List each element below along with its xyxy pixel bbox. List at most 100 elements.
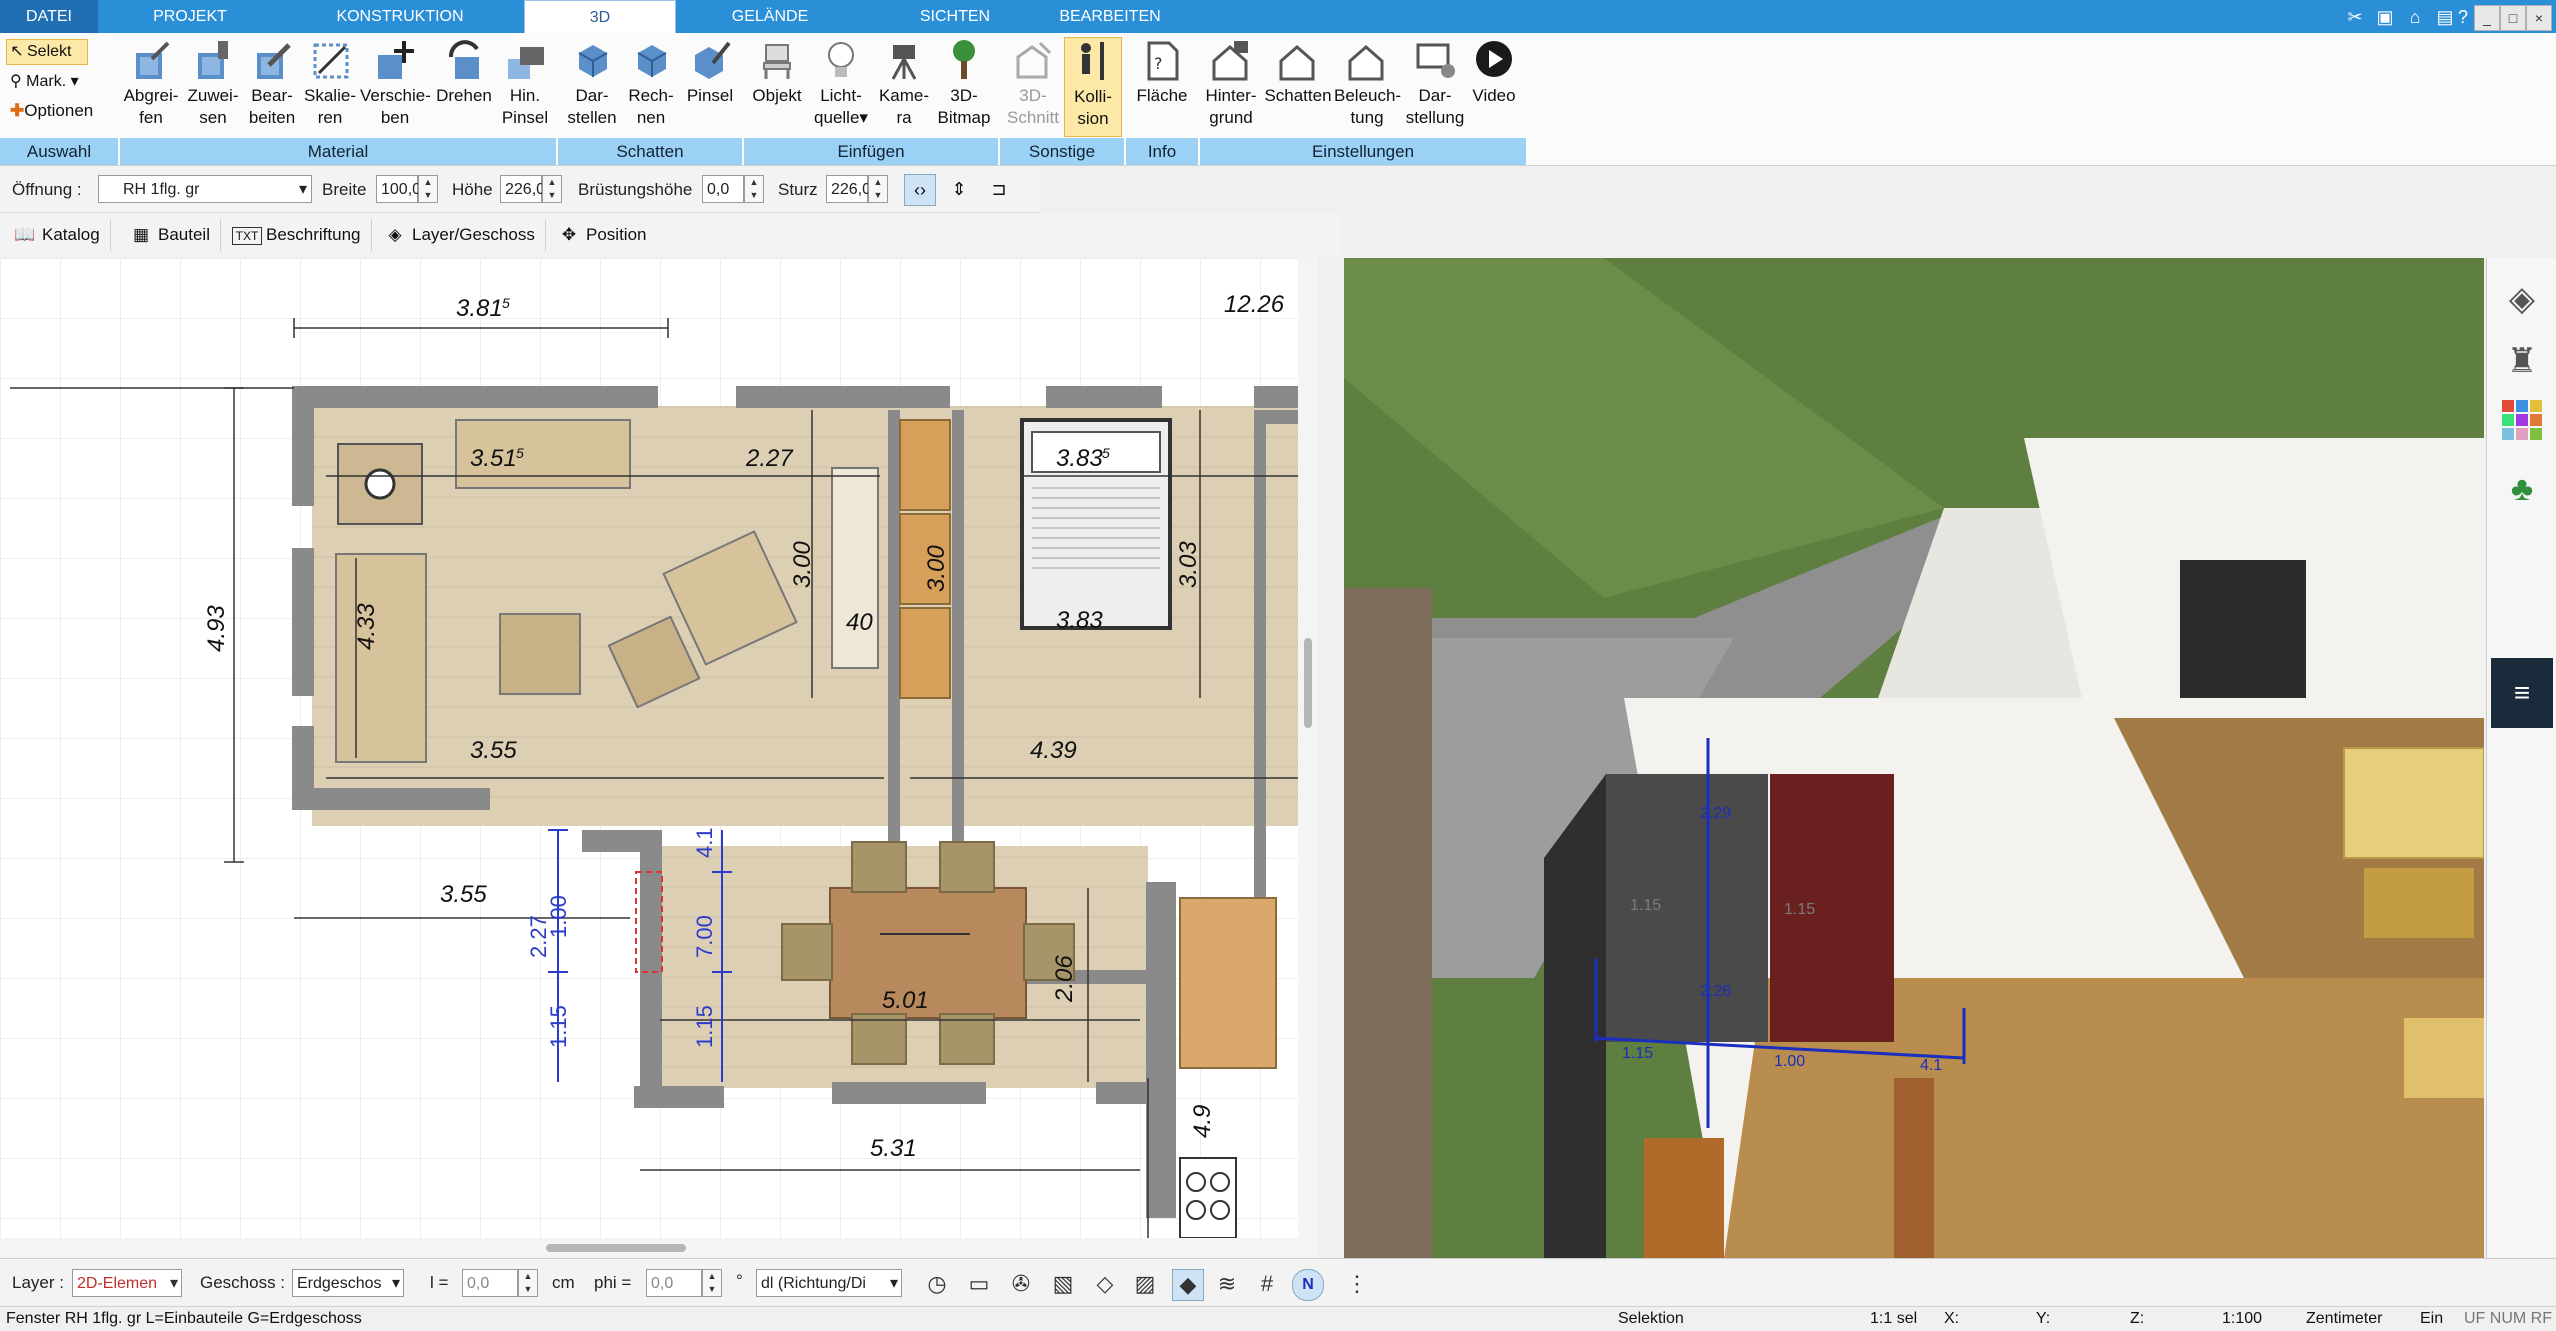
select-tool-button[interactable]: ↖ Selekt — [6, 39, 88, 65]
paint-icon[interactable]: ◇ — [1090, 1269, 1120, 1299]
floor-select[interactable]: Erdgeschos ▾ — [292, 1269, 404, 1297]
tab-position[interactable]: ✥ Position — [556, 219, 656, 251]
lighting-setting-button[interactable]: Beleuch-tung — [1334, 37, 1401, 129]
kitchen-counter[interactable] — [1179, 897, 1277, 1069]
pick-material-button[interactable]: Abgrei-fen — [120, 37, 182, 129]
shadow-calc-button[interactable]: Rech-nen — [622, 37, 680, 129]
tab-layer-geschoss[interactable]: ◈ Layer/Geschoss — [382, 219, 546, 251]
stove[interactable] — [1179, 1157, 1237, 1239]
area-button[interactable]: ? Fläche — [1130, 37, 1194, 107]
vertical-scroll-thumb[interactable] — [1304, 638, 1312, 728]
menu-tab-bearbeiten[interactable]: BEARBEITEN — [1040, 0, 1180, 33]
move-material-button[interactable]: Verschie-ben — [360, 37, 431, 129]
menu-tab-konstruktion[interactable]: KONSTRUKTION — [290, 0, 510, 33]
background-setting-button[interactable]: Hinter-grund — [1200, 37, 1262, 129]
shelf[interactable] — [899, 419, 951, 511]
swap-horizontal-icon[interactable]: ‹› — [904, 174, 936, 206]
layer-plane-icon[interactable]: ◆ — [1172, 1269, 1204, 1301]
maximize-button[interactable]: □ — [2500, 5, 2526, 31]
chair-3d[interactable] — [1894, 1078, 1934, 1258]
length-stepper[interactable]: ▲ ▼ — [518, 1269, 538, 1297]
monitor-icon[interactable]: ▭ — [964, 1269, 994, 1299]
shadow-brush-button[interactable]: Pinsel — [682, 37, 738, 107]
direction-select[interactable]: dl (Richtung/Di ▾ — [756, 1269, 902, 1297]
shadow-show-button[interactable]: Dar-stellen — [562, 37, 622, 129]
collision-button[interactable]: Kolli-sion — [1064, 37, 1122, 137]
assign-material-button[interactable]: Zuwei-sen — [184, 37, 242, 129]
coffee-table[interactable] — [499, 613, 581, 695]
insert-bitmap-button[interactable]: 3D- Bitmap — [934, 37, 994, 129]
more-icon[interactable]: ⋮ — [1342, 1269, 1372, 1299]
floor-plan-canvas[interactable]: 3.81 5 12.26 3.51 5 2.27 3.83 5 3.00 3.0… — [0, 258, 1318, 1258]
sill-height-stepper[interactable]: ▲ ▼ — [744, 175, 764, 203]
store-icon[interactable]: ▣ — [2374, 6, 2396, 28]
background-brush-button[interactable]: Hin. Pinsel — [498, 37, 552, 129]
section-3d-button[interactable]: 3D- Schnitt — [1002, 37, 1064, 129]
floor-plan-view[interactable]: 3.81 5 12.26 3.51 5 2.27 3.83 5 3.00 3.0… — [0, 258, 1319, 1258]
tab-katalog[interactable]: 📖 Katalog — [12, 219, 111, 251]
shelf[interactable] — [899, 607, 951, 699]
tab-bauteil[interactable]: ▦ Bauteil — [128, 219, 221, 251]
height-input[interactable]: 226,0 — [500, 175, 545, 203]
length-input[interactable]: 0,0 — [462, 1269, 518, 1297]
pane-splitter[interactable] — [1318, 258, 1344, 1258]
layer-select[interactable]: 2D-Elemen ▾ — [72, 1269, 182, 1297]
home-icon[interactable]: ⌂ — [2404, 6, 2426, 28]
north-icon[interactable]: N — [1292, 1269, 1324, 1301]
close-button[interactable]: × — [2526, 5, 2552, 31]
width-stepper[interactable]: ▲ ▼ — [418, 175, 438, 203]
side-table-3d[interactable] — [2364, 868, 2474, 938]
dropdown-arrow-icon[interactable]: ▾ — [859, 108, 868, 127]
insert-light-button[interactable]: Licht-quelle▾ — [810, 37, 872, 129]
phi-stepper[interactable]: ▲ ▼ — [702, 1269, 722, 1297]
camera-icon[interactable]: ✇ — [1006, 1269, 1036, 1299]
catalog-icon[interactable]: ▧ — [1048, 1269, 1078, 1299]
sofa-3d[interactable] — [2343, 747, 2484, 859]
grid-icon[interactable]: # — [1252, 1269, 1282, 1299]
scale-material-button[interactable]: Skalie-ren — [300, 37, 360, 129]
opening-symbol-icon[interactable]: ⊐ — [984, 174, 1014, 204]
chair-icon[interactable]: ♜ — [2495, 334, 2549, 388]
shadow-setting-button[interactable]: Schatten — [1262, 37, 1334, 107]
sofa-left[interactable] — [335, 553, 427, 763]
tools-icon[interactable]: ✂ — [2344, 6, 2366, 28]
lintel-input[interactable]: 226,0 — [826, 175, 871, 203]
swap-vertical-icon[interactable]: ⇕ — [944, 174, 974, 204]
menu-tab-3d[interactable]: 3D — [524, 0, 676, 34]
vertical-scrollbar[interactable] — [1298, 258, 1318, 1258]
pattern-icon[interactable]: ▨ — [1130, 1269, 1160, 1299]
horizontal-scroll-thumb[interactable] — [546, 1244, 686, 1252]
menu-tab-datei[interactable]: DATEI — [0, 0, 98, 33]
chair-back-3d[interactable] — [1644, 1138, 1724, 1258]
phi-input[interactable]: 0,0 — [646, 1269, 702, 1297]
lintel-stepper[interactable]: ▲ ▼ — [868, 175, 888, 203]
opening-type-select[interactable]: RH 1flg. gr ▾ — [98, 175, 312, 203]
3d-view[interactable]: 2.29 1.15 1.15 2.26 1.15 1.00 4.1 — [1344, 258, 2484, 1258]
insert-camera-button[interactable]: Kame-ra — [874, 37, 934, 129]
height-stepper[interactable]: ▲ ▼ — [542, 175, 562, 203]
options-button[interactable]: ✚Optionen — [10, 101, 93, 121]
rotate-material-button[interactable]: Drehen — [432, 37, 496, 107]
side-cabinet[interactable] — [831, 467, 879, 669]
armchair-3d[interactable] — [2404, 1018, 2484, 1098]
video-button[interactable]: Video — [1466, 37, 1522, 107]
tab-beschriftung[interactable]: TXT Beschriftung — [232, 219, 372, 251]
width-input[interactable]: 100,0 — [376, 175, 421, 203]
display-setting-button[interactable]: Dar-stellung — [1404, 37, 1466, 129]
clock-icon[interactable]: ◷ — [922, 1269, 952, 1299]
menu-tab-projekt[interactable]: PROJEKT — [100, 0, 280, 33]
insert-object-button[interactable]: Objekt — [746, 37, 808, 107]
stack-icon[interactable]: ≋ — [1212, 1269, 1242, 1299]
edit-material-button[interactable]: Bear-beiten — [242, 37, 302, 129]
mark-dropdown[interactable]: ⚲ Mark. ▾ — [10, 71, 79, 91]
minimize-button[interactable]: _ — [2474, 5, 2500, 31]
menu-tab-gelaende[interactable]: GELÄNDE — [680, 0, 860, 33]
materials-icon[interactable] — [2495, 398, 2549, 452]
layers-icon[interactable]: ◈ — [2495, 272, 2549, 326]
lamp[interactable] — [364, 468, 396, 500]
sill-height-input[interactable]: 0,0 — [702, 175, 744, 203]
tree-icon[interactable]: ♣ — [2495, 462, 2549, 516]
horizontal-scrollbar[interactable] — [0, 1238, 1298, 1258]
3d-canvas[interactable]: 2.29 1.15 1.15 2.26 1.15 1.00 4.1 — [1344, 258, 2484, 1258]
help-icon[interactable]: ? — [2452, 6, 2474, 28]
